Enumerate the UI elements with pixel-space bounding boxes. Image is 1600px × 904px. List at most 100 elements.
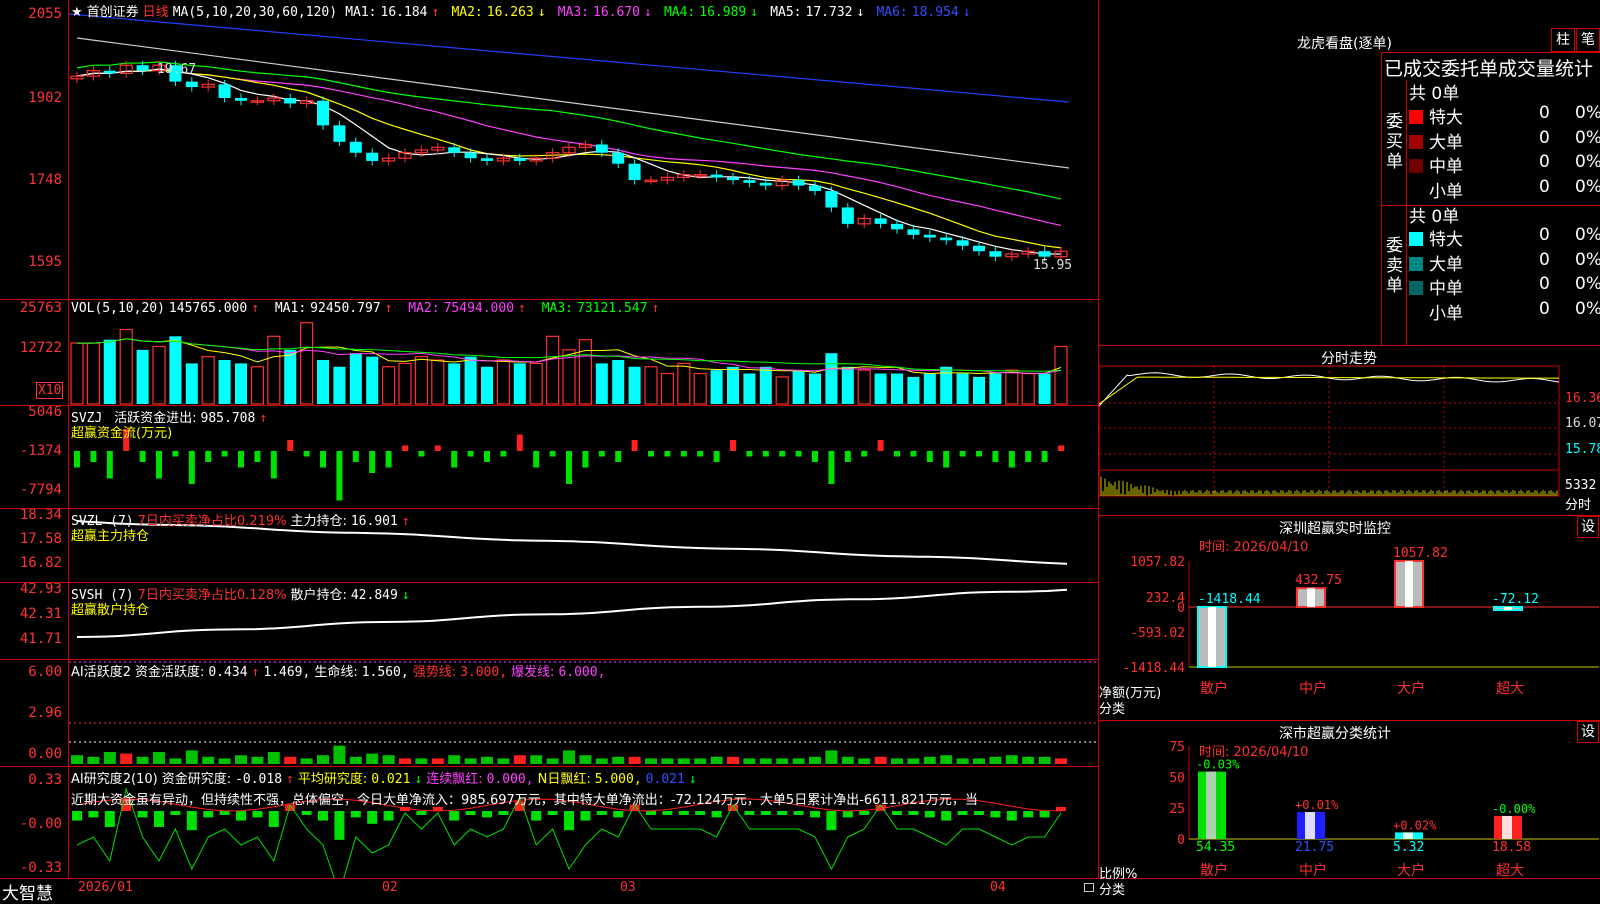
ai-active-bar (1038, 756, 1051, 764)
monitor-value-label: 432.75 (1295, 573, 1342, 588)
svzj-bar (172, 451, 179, 457)
volume-bar-down (612, 360, 625, 404)
svzl-line2: 超赢主力持仓 (71, 529, 150, 544)
buy-pct: 0% (1575, 176, 1600, 197)
ai-research-bar (104, 811, 115, 827)
ai-active-bar (448, 755, 461, 764)
volume-pane[interactable]: VOL(5,10,20) 145765.000 ↑ MA1: 92450.797 ↑ M… (69, 300, 1098, 405)
volume-bar-down (759, 366, 772, 404)
tick-mode-button[interactable]: 笔 (1576, 28, 1600, 52)
svzj-bar (566, 451, 572, 484)
vol-ma1: MA1: 92450.797 ↑ (274, 301, 393, 316)
monitor-chart[interactable]: 1057.82232.40-593.02-1418.44-1418.44散户43… (1099, 516, 1600, 721)
minute-panel[interactable]: 分时走势 16.36 16.07 15.78 5332 分时 (1099, 346, 1600, 516)
svzj-bar (238, 451, 244, 468)
sell-row: 小单 0 0% (1409, 299, 1600, 324)
stock-name[interactable]: 首创证券 (87, 5, 139, 20)
svzj-bar (762, 451, 769, 457)
monitor-y-tick: -593.02 (1130, 626, 1185, 641)
svzj-pane[interactable]: SVZJ 活跃资金进出: 985.708 ↑ 超赢资金流(万元) (69, 406, 1098, 508)
vol-unit-badge[interactable]: X10 (36, 382, 64, 399)
main-y-label-1: 2055 (28, 6, 62, 22)
ai-research-bar (531, 811, 542, 821)
ai-active-pane[interactable]: AI活跃度2 资金活跃度: 0.434 ↑ 1.469, 生命线: 1.560, 强势线: 3.… (69, 660, 1098, 766)
volume-bar-up (1054, 345, 1068, 405)
ai-research-bar (646, 811, 656, 815)
high-price-mark: 19.67 (157, 62, 197, 77)
volume-bar-up (1005, 369, 1019, 405)
buy-count: 0 (1539, 127, 1550, 148)
bar-mode-button[interactable]: 柱 (1551, 28, 1575, 52)
buy-pct: 0% (1575, 103, 1600, 123)
kline-header: ★ 首创证券 日线 MA(5,10,20,30,60,120) MA1: 16.184 ↑… (71, 1, 979, 20)
sell-row: 大单 0 0% (1409, 249, 1600, 275)
monitor-category-label: 大户 (1397, 680, 1425, 697)
volume-bar-down (448, 363, 461, 404)
candle-down (825, 191, 838, 208)
kline-chart[interactable] (68, 0, 1098, 299)
date-label-1: 2026/01 (78, 880, 133, 895)
candle-down (349, 141, 362, 153)
volume-bar-up (1021, 372, 1035, 405)
svsh-pane[interactable]: SVSH (7) 7日内买卖净占比0.128% 散户持仓: 42.849 ↓ 超赢散户持… (69, 583, 1098, 659)
svzl-y-label-2: 17.58 (19, 531, 62, 547)
volume-bar-down (235, 363, 247, 404)
minute-y-label-2: 16.07 (1565, 416, 1600, 431)
ai-active-bar (218, 758, 231, 764)
svzj-bar (943, 451, 950, 468)
buy-row: 中单 0 0% (1409, 152, 1600, 177)
ai-research-bar (564, 811, 574, 831)
volume-bar-up (775, 376, 789, 405)
volume-bar-down (366, 356, 379, 404)
ai-active-bar (1005, 755, 1018, 764)
minute-chart[interactable] (1099, 346, 1600, 516)
monitor-bar-shine (1504, 607, 1512, 611)
monitor-category-label: 散户 (1200, 680, 1228, 697)
svzj-bar (730, 440, 736, 451)
candle-down (218, 84, 231, 99)
ai-research-bar (186, 811, 197, 831)
period-label[interactable]: 日线 (143, 5, 169, 20)
candle-down (513, 158, 526, 161)
ai-research-pane[interactable]: AI研究度2(10) 资金研究度: -0.018 ↑ 平均研究度: 0.021 ↓ 连续飘红:… (69, 767, 1098, 895)
ai-active-bar (841, 756, 854, 764)
date-label-3: 03 (620, 880, 636, 895)
svzj-bar (582, 451, 589, 468)
ma-label: MA(5,10,20,30,60,120) (172, 5, 338, 20)
volume-bar-down (513, 363, 526, 404)
svzj-bar (434, 445, 441, 451)
volume-bar-down (136, 349, 149, 404)
sell-name: 中单 (1429, 279, 1463, 299)
volume-bar-down (595, 363, 608, 404)
svzj-bar (992, 451, 999, 462)
ai-active-bar (513, 755, 526, 764)
svzl-pane[interactable]: SVZL (7) 7日内买卖净占比0.219% 主力持仓: 16.901 ↑ 超赢主力持… (69, 509, 1098, 582)
lock-icon[interactable] (1084, 883, 1094, 892)
classify-panel[interactable]: 深市超赢分类统计 设 时间: 2026/04/10 75 50 25 0 -0.03% 5… (1099, 721, 1600, 900)
sell-name: 特大 (1429, 230, 1463, 250)
classify-value-label: 18.58 (1492, 840, 1531, 855)
volume-bar-up (201, 356, 215, 405)
sell-pct: 0% (1575, 225, 1600, 245)
buy-name: 大单 (1429, 132, 1463, 153)
ai-active-bar (759, 758, 772, 764)
classify-chart[interactable]: 75 50 25 0 -0.03% 54.35 散户 +0.01% 21.75 中户 +0.02% 5… (1099, 721, 1600, 900)
monitor-bar-shine (1405, 561, 1413, 607)
vol-ma3: MA3: 73121.547 ↑ (541, 301, 660, 316)
ai-research-bar (695, 811, 706, 815)
volume-bar-up (496, 359, 510, 405)
svzj-bar (369, 451, 376, 473)
volume-bar-down (743, 373, 756, 404)
monitor-panel[interactable]: 深圳超赢实时监控 设 时间: 2026/04/10 1057.82 232.4 0-… (1099, 516, 1600, 721)
buy-total: 共 0单 (1409, 84, 1460, 104)
svzj-bar (631, 440, 638, 451)
ai-active-bar (235, 755, 247, 764)
sell-pct: 0% (1575, 249, 1600, 270)
ai-active-bar (743, 758, 756, 764)
ai-research-bar (941, 811, 952, 821)
svzj-bar (90, 451, 97, 462)
volume-bar-up (857, 369, 871, 405)
ai-research-header: AI研究度2(10) 资金研究度: -0.018 ↑ 平均研究度: 0.021 ↓ 连续飘红:… (71, 772, 697, 787)
kline-pane[interactable]: ★ 首创证券 日线 MA(5,10,20,30,60,120) MA1: 16.184 ↑… (68, 0, 1098, 299)
ai-research-bar (842, 811, 853, 818)
